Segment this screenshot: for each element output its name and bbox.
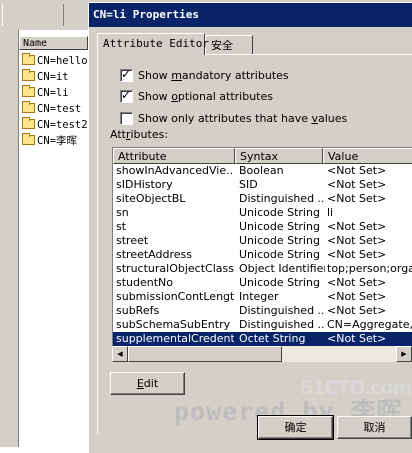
checkmark-icon: ✓ bbox=[121, 67, 132, 81]
value-cell: <Not Set> bbox=[327, 220, 387, 233]
syntax-cell: Unicode String bbox=[239, 276, 320, 289]
table-row[interactable]: supplementalCredenti... Octet String <Not … bbox=[113, 332, 412, 346]
value-cell: <Not Set> bbox=[327, 178, 387, 191]
checkbox-box[interactable]: ✓ bbox=[120, 88, 133, 103]
toolbar-band bbox=[2, 4, 64, 26]
attribute-cell: sIDHistory bbox=[116, 178, 173, 191]
attributes-label: Attributes: bbox=[110, 128, 169, 141]
list-item[interactable]: CN=it bbox=[22, 69, 88, 85]
checkbox-box[interactable]: ✓ bbox=[120, 67, 133, 82]
attribute-cell: studentNo bbox=[116, 276, 174, 289]
attribute-cell: subRefs bbox=[116, 304, 160, 317]
table-row[interactable]: sIDHistory SID <Not Set> bbox=[113, 178, 412, 192]
value-cell: <Not Set> bbox=[327, 276, 387, 289]
table-row[interactable]: st Unicode String <Not Set> bbox=[113, 220, 412, 234]
value-cell: <Not Set> bbox=[327, 234, 387, 247]
syntax-cell: Distinguished ... bbox=[239, 192, 325, 205]
folder-icon bbox=[22, 85, 35, 97]
name-column-header[interactable]: Name bbox=[19, 36, 88, 50]
syntax-cell: Unicode String bbox=[239, 206, 320, 219]
attribute-cell: subSchemaSubEntry bbox=[116, 318, 231, 331]
attribute-cell: street bbox=[116, 234, 149, 247]
table-row[interactable]: subSchemaSubEntry Distinguished ... CN=Agg… bbox=[113, 318, 412, 332]
attributes-table[interactable]: Attribute Syntax Value showInAdvancedVie… bbox=[112, 147, 412, 346]
syntax-cell: Boolean bbox=[239, 164, 284, 177]
tab-security[interactable]: 安全 bbox=[205, 35, 253, 55]
folder-icon bbox=[22, 117, 35, 129]
folder-icon bbox=[22, 53, 35, 65]
value-cell: <Not Set> bbox=[327, 248, 387, 261]
horizontal-scrollbar[interactable]: ◀ ▶ bbox=[112, 346, 412, 362]
list-item[interactable]: CN=李晖 bbox=[22, 133, 88, 149]
syntax-cell: Distinguished ... bbox=[239, 304, 325, 317]
value-cell: li bbox=[327, 206, 334, 219]
syntax-cell: Integer bbox=[239, 290, 279, 303]
show-optional-checkbox[interactable]: ✓ Show optional attributes bbox=[120, 88, 273, 105]
table-row[interactable]: submissionContLength Integer <Not Set> bbox=[113, 290, 412, 304]
table-row[interactable]: street Unicode String <Not Set> bbox=[113, 234, 412, 248]
table-row[interactable]: showInAdvancedVie... Boolean <Not Set> bbox=[113, 164, 412, 178]
value-cell: CN=Aggregate,CN bbox=[327, 318, 412, 331]
checkmark-icon: ✓ bbox=[121, 88, 132, 102]
attribute-cell: siteObjectBL bbox=[116, 192, 186, 205]
syntax-cell: Unicode String bbox=[239, 248, 320, 261]
value-cell: <Not Set> bbox=[327, 332, 387, 345]
folder-icon bbox=[22, 69, 35, 81]
table-header: Attribute Syntax Value bbox=[113, 148, 412, 164]
value-cell: <Not Set> bbox=[327, 290, 387, 303]
syntax-cell: Octet String bbox=[239, 332, 306, 345]
folder-icon bbox=[22, 101, 35, 113]
cancel-button[interactable]: 取消 bbox=[337, 416, 412, 439]
attribute-cell: streetAddress bbox=[116, 248, 192, 261]
table-row[interactable]: subRefs Distinguished ... <Not Set> bbox=[113, 304, 412, 318]
attribute-cell: submissionContLength bbox=[116, 290, 234, 303]
table-row[interactable]: siteObjectBL Distinguished ... <Not Set> bbox=[113, 192, 412, 206]
syntax-cell: SID bbox=[239, 178, 258, 191]
show-with-values-checkbox[interactable]: Show only attributes that have values bbox=[120, 111, 347, 127]
syntax-cell: Unicode String bbox=[239, 234, 320, 247]
value-cell: <Not Set> bbox=[327, 192, 387, 205]
attribute-cell: showInAdvancedVie... bbox=[116, 164, 234, 177]
tree-pane-edge bbox=[0, 30, 19, 447]
scroll-right-icon[interactable]: ▶ bbox=[396, 346, 412, 362]
attribute-cell: sn bbox=[116, 206, 129, 219]
table-row[interactable]: studentNo Unicode String <Not Set> bbox=[113, 276, 412, 290]
value-cell: top;person;organiz bbox=[327, 262, 412, 275]
column-header-attribute[interactable]: Attribute bbox=[113, 148, 235, 164]
dialog-title[interactable]: CN=li Properties bbox=[89, 3, 412, 27]
value-cell: <Not Set> bbox=[327, 304, 387, 317]
syntax-cell: Distinguished ... bbox=[239, 318, 325, 331]
scroll-left-icon[interactable]: ◀ bbox=[112, 346, 128, 362]
value-cell: <Not Set> bbox=[327, 164, 387, 177]
list-item[interactable]: CN=test bbox=[22, 101, 88, 117]
folder-icon bbox=[22, 133, 35, 145]
table-row[interactable]: streetAddress Unicode String <Not Set> bbox=[113, 248, 412, 262]
show-mandatory-checkbox[interactable]: ✓ Show mandatory attributes bbox=[120, 67, 289, 84]
scrollbar-thumb[interactable] bbox=[128, 346, 282, 362]
column-header-syntax[interactable]: Syntax bbox=[235, 148, 323, 164]
syntax-cell: Unicode String bbox=[239, 220, 320, 233]
ok-button[interactable]: 确定 bbox=[257, 415, 334, 440]
attribute-cell: supplementalCredenti... bbox=[116, 332, 234, 345]
table-row[interactable]: sn Unicode String li bbox=[113, 206, 412, 220]
table-row[interactable]: structuralObjectClass Object Identifier to… bbox=[113, 262, 412, 276]
column-header-value[interactable]: Value bbox=[323, 148, 412, 164]
list-item[interactable]: CN=li bbox=[22, 85, 88, 101]
syntax-cell: Object Identifier bbox=[239, 262, 325, 275]
attribute-cell: structuralObjectClass bbox=[116, 262, 234, 275]
object-list-pane: Name CN=hello CN=it CN=li CN=test CN=tes… bbox=[0, 30, 89, 447]
list-item[interactable]: CN=test2 bbox=[22, 117, 88, 133]
list-item[interactable]: CN=hello bbox=[22, 53, 88, 69]
tab-attribute-editor[interactable]: Attribute Editor bbox=[97, 33, 209, 55]
checkbox-box[interactable] bbox=[120, 112, 133, 125]
attribute-cell: st bbox=[116, 220, 127, 233]
